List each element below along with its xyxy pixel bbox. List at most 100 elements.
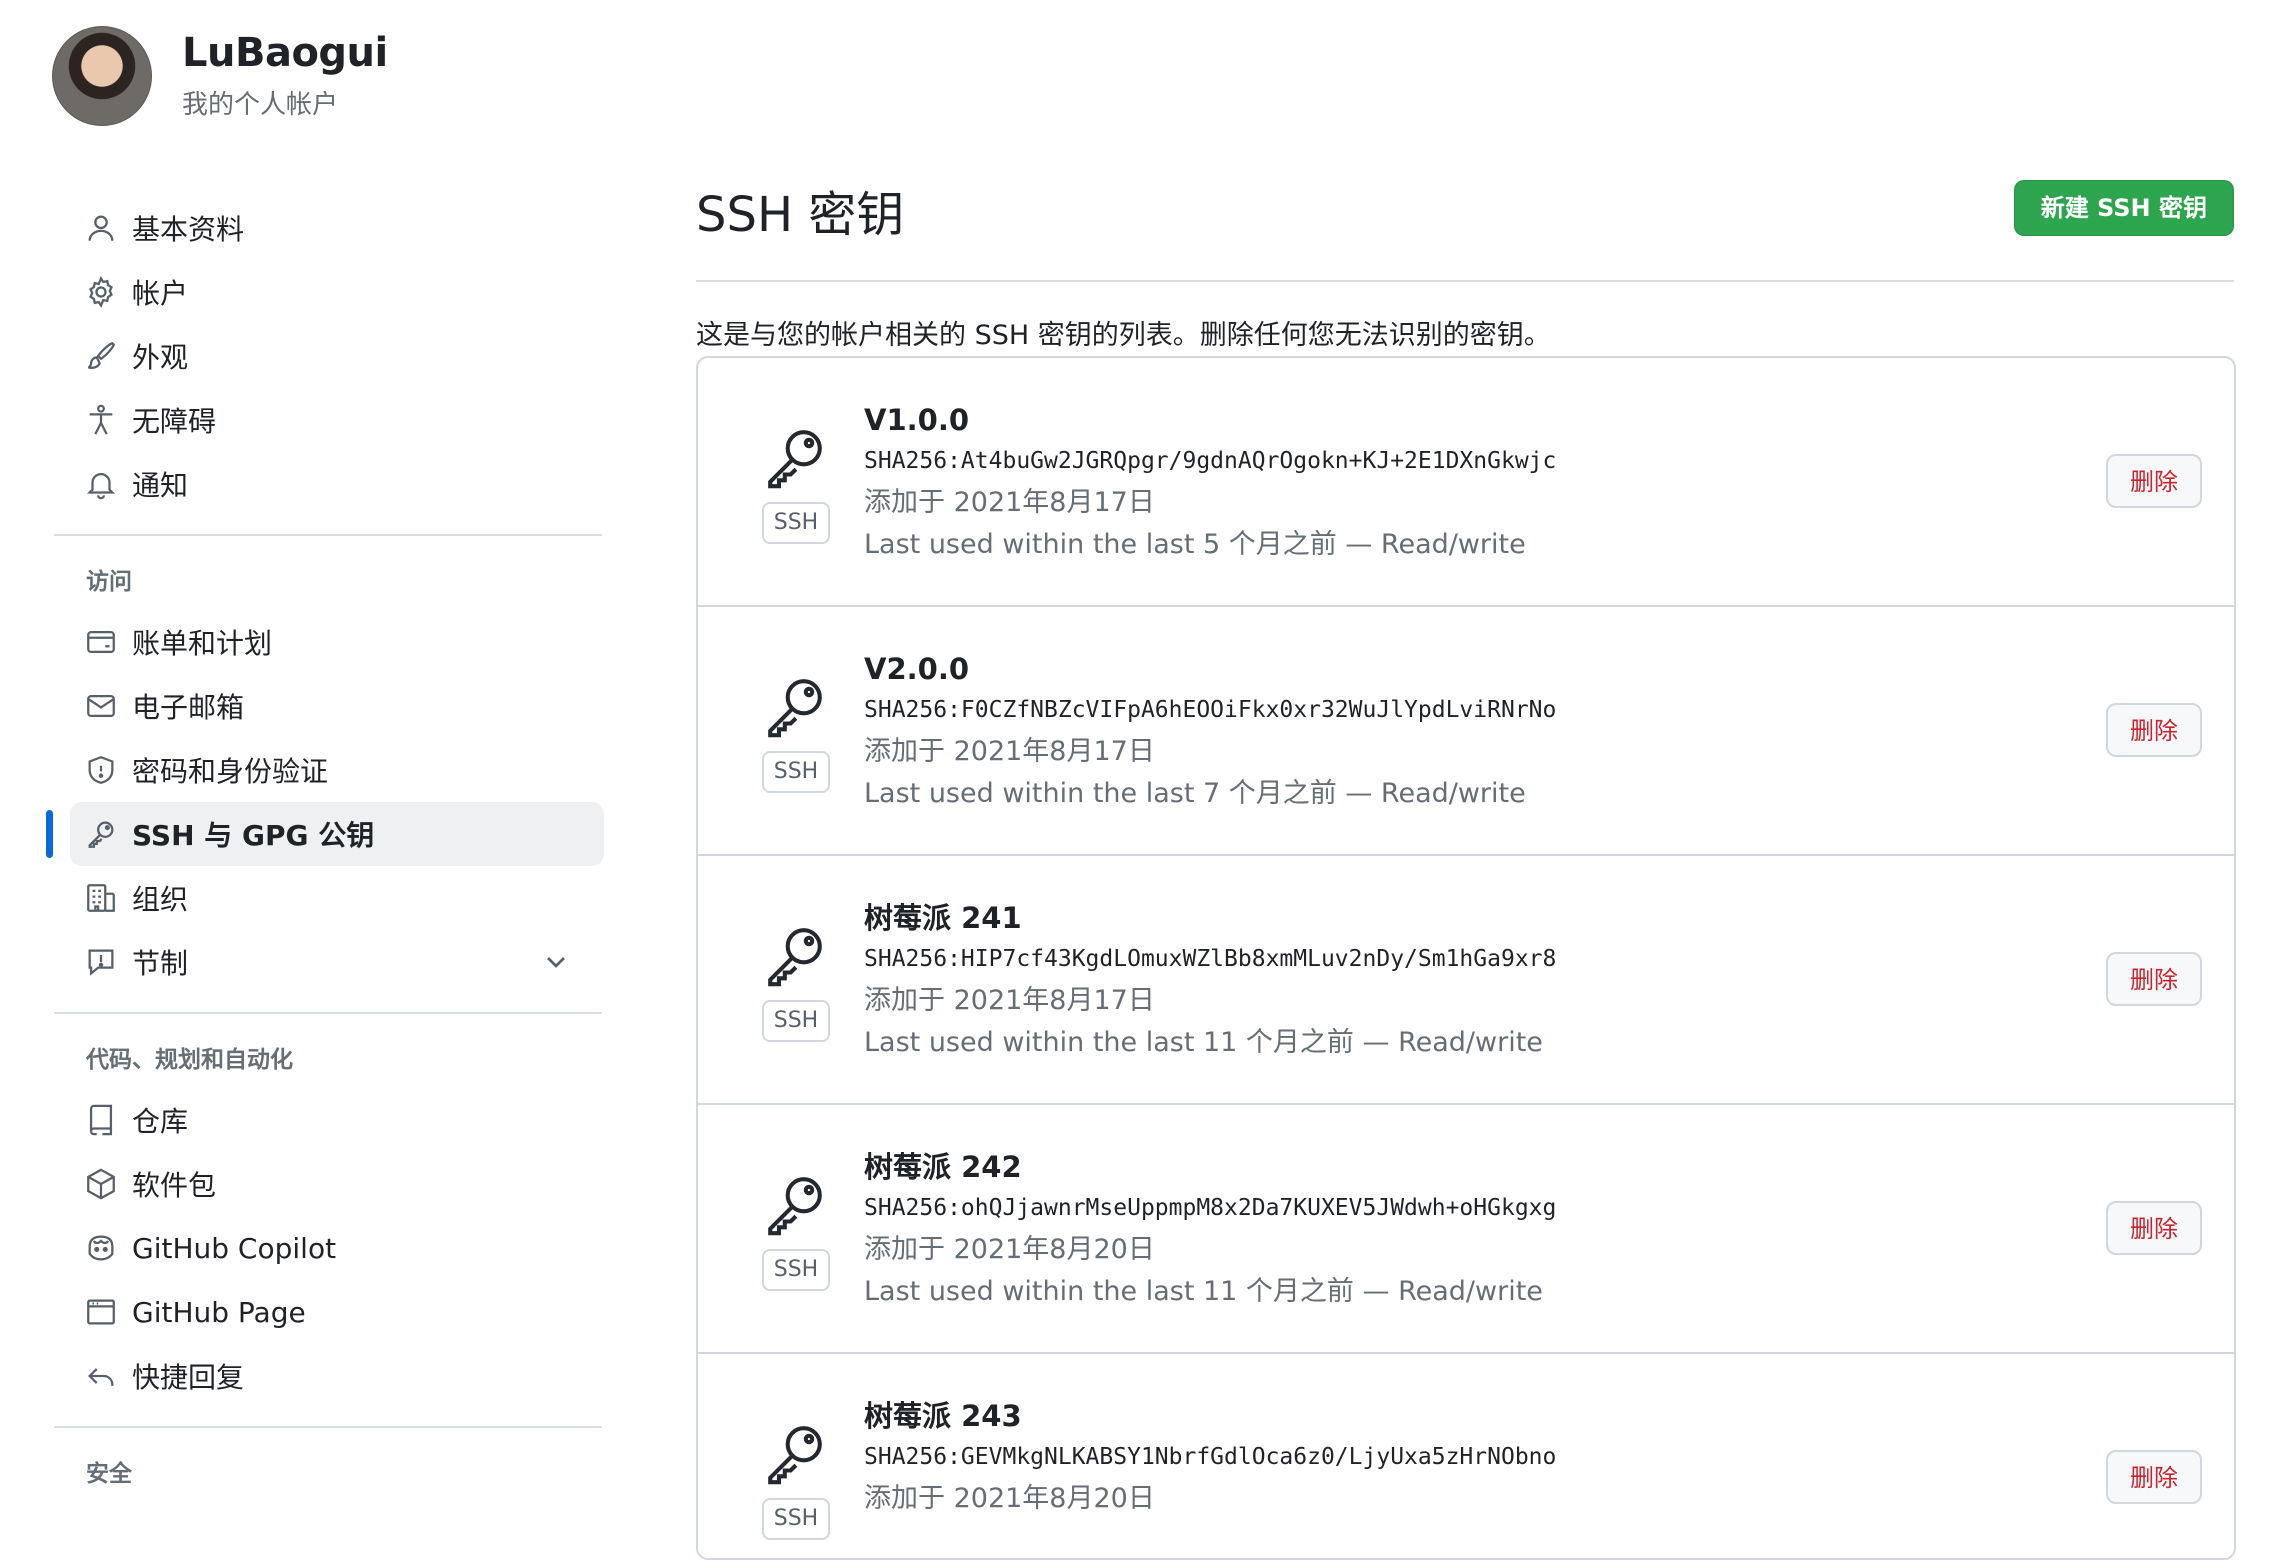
credit-card-icon [84, 625, 118, 659]
key-added-date: 添加于 2021年8月20日 [864, 1483, 1155, 1514]
delete-button[interactable]: 删除 [2106, 952, 2202, 1006]
sidebar-item-pages[interactable]: GitHub Page [54, 1280, 602, 1344]
sidebar-item-label: 仓库 [132, 1105, 189, 1138]
key-last-used: Last used within the last 11 个月之前 — Read… [864, 1276, 1543, 1307]
settings-sidebar: 基本资料 帐户 外观 无障碍 通知 访问 账单和计划 电子邮箱 密码和身份验证 … [46, 196, 604, 1502]
gear-icon [84, 275, 118, 309]
browser-icon [84, 1295, 118, 1329]
sidebar-item-packages[interactable]: 软件包 [54, 1152, 602, 1216]
sidebar-item-copilot[interactable]: GitHub Copilot [54, 1216, 602, 1280]
main-content: SSH 密钥 新建 SSH 密钥 这是与您的帐户相关的 SSH 密钥的列表。删除… [696, 170, 2236, 1560]
key-title: 树莓派 242 [864, 1150, 1022, 1184]
delete-button[interactable]: 删除 [2106, 703, 2202, 757]
repo-icon [84, 1103, 118, 1137]
ssh-key-row: SSH 树莓派 241 SHA256:HIP7cf43KgdLOmuxWZlBb… [698, 856, 2234, 1105]
sidebar-item-notifications[interactable]: 通知 [54, 452, 602, 516]
key-details: V2.0.0 SHA256:F0CZfNBZcVIFpA6hEOOiFkx0xr… [864, 649, 1556, 815]
report-icon [84, 945, 118, 979]
key-last-used: Last used within the last 5 个月之前 — Read/… [864, 529, 1526, 560]
sidebar-item-organizations[interactable]: 组织 [54, 866, 602, 930]
section-title-access: 访问 [86, 569, 132, 595]
sidebar-item-label: 节制 [132, 947, 189, 980]
sidebar-item-profile[interactable]: 基本资料 [54, 196, 602, 260]
sidebar-item-accessibility[interactable]: 无障碍 [54, 388, 602, 452]
page-title: SSH 密钥 [696, 187, 905, 243]
new-ssh-key-button[interactable]: 新建 SSH 密钥 [2013, 180, 2234, 236]
page-description: 这是与您的帐户相关的 SSH 密钥的列表。删除任何您无法识别的密钥。 [696, 320, 1551, 351]
accessibility-icon [84, 403, 118, 437]
sidebar-item-password-auth[interactable]: 密码和身份验证 [54, 738, 602, 802]
sidebar-item-label: 快捷回复 [132, 1361, 245, 1394]
package-icon [84, 1167, 118, 1201]
key-title: V1.0.0 [864, 403, 970, 437]
key-icon [760, 920, 830, 990]
sidebar-item-label: 外观 [132, 341, 189, 374]
key-details: 树莓派 241 SHA256:HIP7cf43KgdLOmuxWZlBb8xmM… [864, 898, 1556, 1064]
bell-icon [84, 467, 118, 501]
key-added-date: 添加于 2021年8月17日 [864, 985, 1155, 1016]
key-title: 树莓派 241 [864, 901, 1022, 935]
ssh-badge: SSH [762, 502, 830, 544]
organization-icon [84, 881, 118, 915]
key-fingerprint: SHA256:ohQJjawnrMseUppmpM8x2Da7KUXEV5JWd… [864, 1195, 1557, 1221]
sidebar-item-label: 密码和身份验证 [132, 755, 329, 788]
sidebar-item-email[interactable]: 电子邮箱 [54, 674, 602, 738]
key-added-date: 添加于 2021年8月20日 [864, 1234, 1155, 1265]
sidebar-item-account[interactable]: 帐户 [54, 260, 602, 324]
paintbrush-icon [84, 339, 118, 373]
key-added-date: 添加于 2021年8月17日 [864, 736, 1155, 767]
key-details: 树莓派 242 SHA256:ohQJjawnrMseUppmpM8x2Da7K… [864, 1147, 1556, 1313]
key-last-used: Last used within the last 11 个月之前 — Read… [864, 1027, 1543, 1058]
delete-button[interactable]: 删除 [2106, 1450, 2202, 1504]
key-fingerprint: SHA256:At4buGw2JGRQpgr/9gdnAQrOgokn+KJ+2… [864, 448, 1557, 474]
ssh-keys-list: SSH V1.0.0 SHA256:At4buGw2JGRQpgr/9gdnAQ… [696, 356, 2236, 1560]
sidebar-divider [54, 1012, 602, 1014]
delete-button[interactable]: 删除 [2106, 454, 2202, 508]
sidebar-item-label: SSH 与 GPG 公钥 [132, 819, 375, 852]
key-icon [760, 1169, 830, 1239]
key-details: 树莓派 243 SHA256:GEVMkgNLKABSY1NbrfGdlOca6… [864, 1396, 1556, 1520]
ssh-key-row: SSH V1.0.0 SHA256:At4buGw2JGRQpgr/9gdnAQ… [698, 358, 2234, 607]
ssh-badge: SSH [762, 1498, 830, 1540]
sidebar-item-label: GitHub Page [132, 1295, 306, 1329]
ssh-badge: SSH [762, 1249, 830, 1291]
key-added-date: 添加于 2021年8月17日 [864, 487, 1155, 518]
reply-icon [84, 1359, 118, 1393]
key-details: V1.0.0 SHA256:At4buGw2JGRQpgr/9gdnAQrOgo… [864, 400, 1556, 566]
sidebar-item-saved-replies[interactable]: 快捷回复 [54, 1344, 602, 1408]
sidebar-item-ssh-gpg-keys[interactable]: SSH 与 GPG 公钥 [46, 802, 604, 866]
ssh-key-row: SSH V2.0.0 SHA256:F0CZfNBZcVIFpA6hEOOiFk… [698, 607, 2234, 856]
person-icon [84, 211, 118, 245]
sidebar-item-label: 组织 [132, 883, 189, 916]
section-title-security: 安全 [86, 1461, 132, 1487]
sidebar-item-appearance[interactable]: 外观 [54, 324, 602, 388]
ssh-key-row: SSH 树莓派 243 SHA256:GEVMkgNLKABSY1NbrfGdl… [698, 1354, 2234, 1558]
sidebar-item-label: 账单和计划 [132, 627, 273, 660]
sidebar-divider [54, 1426, 602, 1428]
sidebar-item-label: 帐户 [132, 277, 189, 310]
shield-icon [84, 753, 118, 787]
sidebar-item-moderation[interactable]: 节制 [54, 930, 602, 994]
title-divider [696, 280, 2234, 282]
key-title: 树莓派 243 [864, 1399, 1022, 1433]
sidebar-divider [54, 534, 602, 536]
key-last-used: Last used within the last 7 个月之前 — Read/… [864, 778, 1526, 809]
sidebar-item-label: 电子邮箱 [132, 691, 245, 724]
key-fingerprint: SHA256:F0CZfNBZcVIFpA6hEOOiFkx0xr32WuJlY… [864, 697, 1557, 723]
sidebar-item-label: 软件包 [132, 1169, 217, 1202]
copilot-icon [84, 1231, 118, 1265]
ssh-badge: SSH [762, 751, 830, 793]
key-fingerprint: SHA256:HIP7cf43KgdLOmuxWZlBb8xmMLuv2nDy/… [864, 946, 1557, 972]
key-icon [760, 1418, 830, 1488]
delete-button[interactable]: 删除 [2106, 1201, 2202, 1255]
key-icon [84, 817, 118, 851]
key-icon [760, 671, 830, 741]
sidebar-item-repositories[interactable]: 仓库 [54, 1088, 602, 1152]
username[interactable]: LuBaogui [182, 30, 388, 76]
avatar[interactable] [52, 26, 152, 126]
chevron-down-icon[interactable] [540, 946, 572, 978]
key-fingerprint: SHA256:GEVMkgNLKABSY1NbrfGdlOca6z0/LjyUx… [864, 1444, 1557, 1470]
sidebar-item-billing[interactable]: 账单和计划 [54, 610, 602, 674]
key-title: V2.0.0 [864, 652, 970, 686]
key-icon [760, 422, 830, 492]
